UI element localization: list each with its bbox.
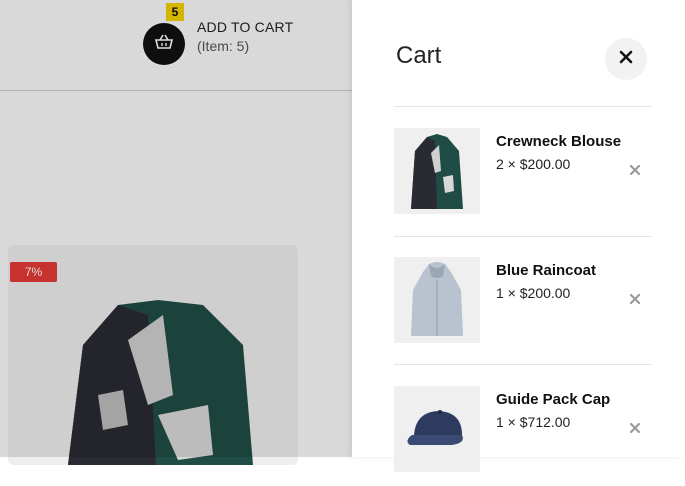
item-quantity-price: 2 × $200.00: [496, 156, 571, 172]
item-quantity-price: 1 × $712.00: [496, 414, 571, 430]
remove-icon: [629, 162, 641, 180]
cart-title: Cart: [396, 42, 442, 69]
close-icon: [619, 50, 633, 69]
cart-divider: [394, 364, 652, 365]
item-thumbnail[interactable]: [394, 257, 480, 343]
remove-item-button[interactable]: [627, 292, 643, 308]
cap-image: [407, 410, 463, 445]
item-name[interactable]: Guide Pack Cap: [496, 391, 610, 408]
cart-drawer: Cart Crewneck Blouse 2 × $200.00 Blue Ra…: [352, 0, 685, 472]
item-name[interactable]: Blue Raincoat: [496, 262, 596, 279]
remove-item-button[interactable]: [627, 421, 643, 437]
item-thumbnail[interactable]: [394, 128, 480, 214]
item-name[interactable]: Crewneck Blouse: [496, 133, 621, 150]
cart-item: Guide Pack Cap 1 × $712.00: [394, 386, 652, 486]
remove-icon: [629, 291, 641, 309]
close-cart-button[interactable]: [605, 38, 647, 80]
remove-item-button[interactable]: [627, 163, 643, 179]
raincoat-image: [411, 262, 463, 336]
product-page: 5 ADD TO CART (Item: 5) 7%: [0, 0, 352, 465]
item-thumbnail[interactable]: [394, 386, 480, 472]
page-overlay[interactable]: [0, 0, 352, 457]
cart-divider: [394, 106, 652, 107]
cart-item: Crewneck Blouse 2 × $200.00: [394, 128, 652, 228]
remove-icon: [629, 420, 641, 438]
item-quantity-price: 1 × $200.00: [496, 285, 571, 301]
cart-item: Blue Raincoat 1 × $200.00: [394, 257, 652, 357]
blouse-image: [411, 134, 463, 209]
cart-divider: [394, 236, 652, 237]
